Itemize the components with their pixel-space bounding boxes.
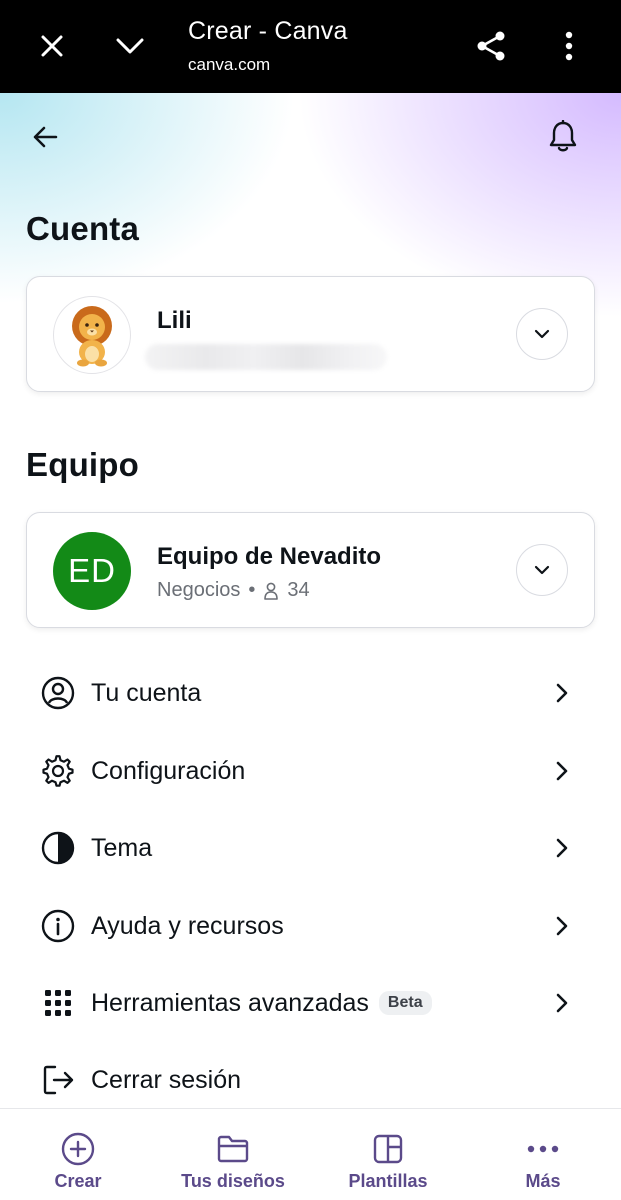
- menu-item-label: Herramientas avanzadas: [91, 988, 369, 1017]
- info-icon: [40, 908, 76, 944]
- chevron-right-icon: [556, 683, 568, 703]
- menu-item-configuracion[interactable]: Configuración: [26, 741, 595, 801]
- person-icon: [264, 582, 279, 600]
- chevron-right-icon: [556, 761, 568, 781]
- grid-icon: [40, 985, 76, 1021]
- menu-item-label: Tema: [91, 833, 153, 862]
- contrast-icon: [40, 830, 76, 866]
- nav-tus-disenos[interactable]: Tus diseños: [172, 1109, 294, 1200]
- chevron-right-icon: [556, 838, 568, 858]
- share-icon[interactable]: [467, 22, 515, 70]
- nav-label: Crear: [54, 1171, 102, 1191]
- nav-crear[interactable]: Crear: [36, 1109, 120, 1200]
- team-expand-button[interactable]: [516, 544, 568, 596]
- bottom-navigation: Crear Tus diseños Plantillas Más: [0, 1108, 621, 1200]
- menu-item-label: Tu cuenta: [91, 678, 202, 707]
- account-name: Lili: [157, 307, 192, 334]
- menu-item-label: Cerrar sesión: [91, 1065, 242, 1094]
- more-horiz-icon: [525, 1131, 561, 1167]
- separator: •: [248, 579, 256, 601]
- gear-icon: [40, 753, 76, 789]
- menu-item-tu-cuenta[interactable]: Tu cuenta: [26, 663, 595, 723]
- plus-circle-icon: [60, 1131, 96, 1167]
- nav-label: Tus diseños: [181, 1171, 285, 1191]
- account-expand-button[interactable]: [516, 308, 568, 360]
- chevron-down-icon: [534, 565, 550, 575]
- avatar: [53, 296, 131, 374]
- account-card[interactable]: Lili: [26, 276, 595, 392]
- account-section-title: Cuenta: [26, 210, 140, 247]
- browser-title: Crear - Canva: [188, 17, 348, 45]
- chevron-right-icon: [556, 993, 568, 1013]
- menu-item-label: Configuración: [91, 756, 246, 785]
- nav-mas[interactable]: Más: [503, 1109, 583, 1200]
- team-avatar: ED: [53, 532, 131, 610]
- browser-toolbar: Crear - Canva canva.com: [0, 0, 621, 93]
- close-icon[interactable]: [28, 22, 76, 70]
- folder-icon: [215, 1131, 251, 1167]
- menu-item-tema[interactable]: Tema: [26, 818, 595, 878]
- menu-item-ayuda[interactable]: Ayuda y recursos: [26, 896, 595, 956]
- chevron-down-icon[interactable]: [106, 22, 154, 70]
- menu-item-herramientas[interactable]: Herramientas avanzadas Beta: [26, 973, 595, 1033]
- lion-icon: [72, 306, 112, 367]
- team-info: Negocios • 34: [157, 579, 310, 602]
- nav-label: Más: [525, 1171, 561, 1191]
- logout-icon: [40, 1062, 76, 1098]
- team-member-count: 34: [287, 579, 310, 601]
- back-arrow-icon[interactable]: [21, 113, 69, 161]
- menu-item-label: Ayuda y recursos: [91, 911, 284, 940]
- user-circle-icon: [40, 675, 76, 711]
- more-vert-icon[interactable]: [545, 22, 593, 70]
- beta-badge: Beta: [378, 991, 432, 1015]
- team-name: Equipo de Nevadito: [157, 543, 382, 570]
- bell-icon[interactable]: [539, 113, 587, 161]
- team-plan: Negocios: [157, 579, 241, 601]
- chevron-right-icon: [556, 916, 568, 936]
- browser-url: canva.com: [188, 55, 271, 74]
- nav-plantillas[interactable]: Plantillas: [338, 1109, 438, 1200]
- menu-item-cerrar-sesion[interactable]: Cerrar sesión: [26, 1050, 595, 1110]
- account-email-redacted: [145, 344, 387, 370]
- nav-label: Plantillas: [348, 1171, 428, 1191]
- team-section-title: Equipo: [26, 446, 140, 483]
- template-icon: [370, 1131, 406, 1167]
- chevron-down-icon: [534, 329, 550, 339]
- team-card[interactable]: ED Equipo de Nevadito Negocios • 34: [26, 512, 595, 628]
